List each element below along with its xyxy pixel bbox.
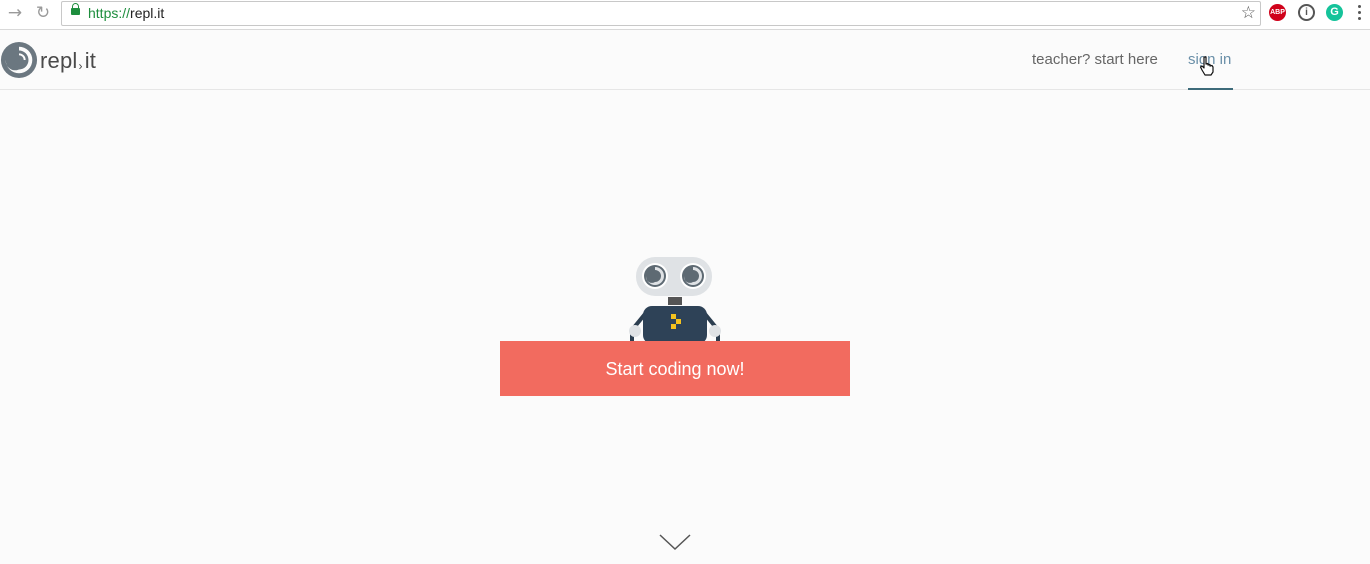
adblock-extension-icon[interactable]: ABP <box>1269 4 1286 21</box>
logo-separator: › <box>78 59 83 73</box>
url-text: https://repl.it <box>88 5 164 21</box>
replit-logo-icon[interactable] <box>0 40 38 80</box>
site-header: repl›it teacher? start here sign in <box>0 30 1370 90</box>
chevron-down-icon[interactable] <box>659 532 691 552</box>
menu-icon[interactable] <box>1358 5 1362 21</box>
password-extension-icon[interactable]: i <box>1298 4 1315 21</box>
browser-toolbar: → ↻ https://repl.it ☆ ABP i G <box>0 0 1370 30</box>
logo-text[interactable]: repl›it <box>40 48 96 74</box>
signin-active-underline <box>1188 88 1233 90</box>
start-coding-button[interactable]: Start coding now! <box>500 341 850 396</box>
url-host: repl.it <box>130 5 165 21</box>
logo-text-left: repl <box>40 48 78 73</box>
nav-teacher-link[interactable]: teacher? start here <box>1032 51 1158 68</box>
lock-icon <box>71 3 80 15</box>
forward-icon[interactable]: → <box>5 3 25 23</box>
bookmark-star-icon[interactable]: ☆ <box>1241 2 1256 24</box>
grammarly-extension-icon[interactable]: G <box>1326 4 1343 21</box>
hand-cursor-icon <box>1199 56 1214 76</box>
logo-text-right: it <box>84 48 97 73</box>
url-scheme: https:// <box>88 5 131 21</box>
address-bar[interactable]: https://repl.it ☆ <box>61 1 1261 26</box>
reload-icon[interactable]: ↻ <box>33 3 53 23</box>
